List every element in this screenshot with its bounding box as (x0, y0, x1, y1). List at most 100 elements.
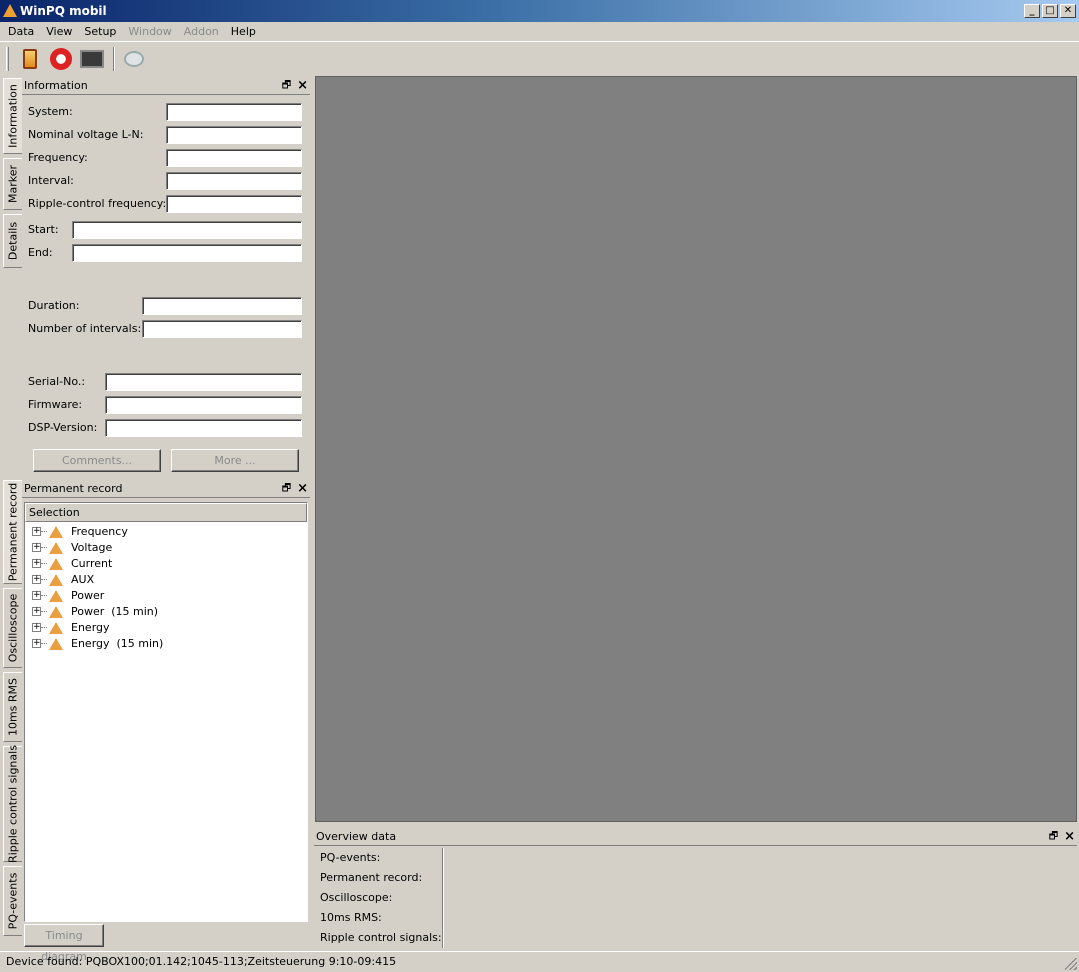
number-of-intervals-field[interactable] (142, 320, 302, 338)
expand-icon[interactable]: + (32, 623, 41, 632)
menu-help[interactable]: Help (225, 22, 262, 42)
menu-window[interactable]: Window (122, 22, 177, 42)
selection-column-header[interactable]: Selection (25, 503, 307, 522)
float-icon[interactable]: 🗗 (1049, 828, 1058, 846)
minimize-button[interactable]: _ (1024, 4, 1040, 18)
tab-oscilloscope[interactable]: Oscilloscope (3, 588, 22, 668)
toolbar (0, 43, 1079, 75)
oscilloscope-button[interactable] (79, 46, 105, 72)
expand-icon[interactable]: + (32, 543, 41, 552)
nominal-voltage-field[interactable] (166, 126, 302, 144)
menu-data[interactable]: Data (2, 22, 40, 42)
end-label: End: (28, 246, 53, 259)
expand-icon[interactable]: + (32, 639, 41, 648)
app-logo-icon (3, 4, 17, 17)
expand-icon[interactable]: + (32, 591, 41, 600)
tab-permanent-record[interactable]: Permanent record (3, 480, 22, 584)
system-field[interactable] (166, 103, 302, 121)
firmware-field[interactable] (105, 396, 302, 414)
close-button[interactable]: ✕ (1060, 4, 1076, 18)
dsp-version-field[interactable] (105, 419, 302, 437)
measurement-icon (49, 526, 63, 538)
tab-pq-events[interactable]: PQ-events (3, 866, 22, 936)
window-title: WinPQ mobil (20, 4, 107, 18)
ripple-frequency-field[interactable] (166, 195, 302, 213)
serial-no-field[interactable] (105, 373, 302, 391)
tree-item-current[interactable]: + Current (25, 556, 307, 572)
information-panel: Information 🗗 × System: Nominal voltage … (22, 77, 310, 475)
duration-label: Duration: (28, 299, 80, 312)
connection-button[interactable] (121, 46, 147, 72)
overview-panel-title: Overview data (316, 830, 397, 843)
timing-diagram-button[interactable]: Timing diagram (24, 924, 104, 963)
menu-view[interactable]: View (40, 22, 78, 42)
expand-icon[interactable]: + (32, 527, 41, 536)
measurement-icon (49, 574, 63, 586)
pq-events-label: PQ-events: (320, 851, 381, 864)
overview-divider[interactable] (442, 848, 444, 948)
tree-item-power-15min[interactable]: + Power (15 min) (25, 604, 307, 620)
float-icon[interactable]: 🗗 (282, 77, 291, 95)
selection-tree[interactable]: Selection + Frequency + Voltage + Current +… (24, 502, 308, 922)
information-panel-header: Information 🗗 × (22, 77, 310, 95)
frequency-label: Frequency: (28, 151, 88, 164)
permanent-record-panel-title: Permanent record (24, 482, 123, 495)
tree-item-aux[interactable]: + AUX (25, 572, 307, 588)
start-field[interactable] (72, 221, 302, 239)
ripple-control-signals-label: Ripple control signals: (320, 931, 442, 944)
duration-field[interactable] (142, 297, 302, 315)
expand-icon[interactable]: + (32, 575, 41, 584)
measurement-icon (49, 558, 63, 570)
tree-item-energy-15min[interactable]: + Energy (15 min) (25, 636, 307, 652)
resize-grip-icon[interactable] (1065, 958, 1077, 970)
device-button[interactable] (17, 46, 43, 72)
interval-label: Interval: (28, 174, 74, 187)
serial-no-label: Serial-No.: (28, 375, 86, 388)
tab-ripple-control-signals[interactable]: Ripple control signals (3, 745, 22, 863)
tab-10ms-rms[interactable]: 10ms RMS (3, 672, 22, 742)
status-bar: Device found: PQBOX100;01.142;1045-113;Z… (0, 951, 1079, 972)
device-icon (23, 49, 37, 69)
tab-information[interactable]: Information (3, 78, 22, 154)
start-label: Start: (28, 223, 59, 236)
measurement-icon (49, 606, 63, 618)
comments-button[interactable]: Comments... (33, 449, 161, 472)
maximize-button[interactable]: □ (1042, 4, 1058, 18)
title-bar: WinPQ mobil _ □ ✕ (0, 0, 1079, 22)
overview-panel-header: Overview data 🗗 × (314, 828, 1077, 846)
10ms-rms-label: 10ms RMS: (320, 911, 382, 924)
toolbar-grip[interactable] (6, 47, 9, 71)
expand-icon[interactable]: + (32, 559, 41, 568)
tree-item-voltage[interactable]: + Voltage (25, 540, 307, 556)
menu-setup[interactable]: Setup (78, 22, 122, 42)
record-button[interactable] (48, 46, 74, 72)
menu-addon[interactable]: Addon (178, 22, 225, 42)
tree-item-energy[interactable]: + Energy (25, 620, 307, 636)
tree-item-frequency[interactable]: + Frequency (25, 524, 307, 540)
firmware-label: Firmware: (28, 398, 83, 411)
main-workspace[interactable] (315, 76, 1077, 822)
close-panel-icon[interactable]: × (297, 480, 308, 498)
measurement-icon (49, 622, 63, 634)
expand-icon[interactable]: + (32, 607, 41, 616)
ripple-frequency-label: Ripple-control frequency: (28, 197, 167, 210)
measurement-icon (49, 590, 63, 602)
end-field[interactable] (72, 244, 302, 262)
information-panel-title: Information (24, 79, 88, 92)
tab-details[interactable]: Details (3, 214, 22, 268)
permanent-record-panel-header: Permanent record 🗗 × (22, 480, 310, 498)
measurement-icon (49, 542, 63, 554)
menu-bar: Data View Setup Window Addon Help (0, 22, 1079, 42)
overview-content: PQ-events: Permanent record: Oscilloscop… (316, 848, 1074, 948)
measurement-icon (49, 638, 63, 650)
tab-marker[interactable]: Marker (3, 158, 22, 210)
interval-field[interactable] (166, 172, 302, 190)
frequency-field[interactable] (166, 149, 302, 167)
oscilloscope-label: Oscilloscope: (320, 891, 393, 904)
close-panel-icon[interactable]: × (1064, 828, 1075, 846)
tree-item-power[interactable]: + Power (25, 588, 307, 604)
more-button[interactable]: More ... (171, 449, 299, 472)
close-panel-icon[interactable]: × (297, 77, 308, 95)
dsp-version-label: DSP-Version: (28, 421, 98, 434)
float-icon[interactable]: 🗗 (282, 480, 291, 498)
